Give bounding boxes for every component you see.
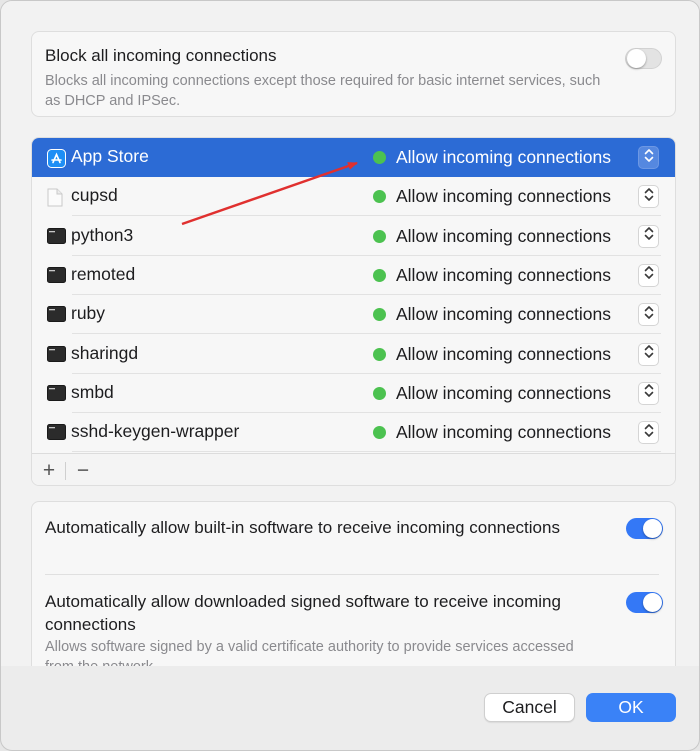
app-list: App Store Allow incoming connections cupsd… <box>31 137 676 486</box>
terminal-icon <box>47 227 66 244</box>
app-row[interactable]: smbd Allow incoming connections <box>32 374 675 413</box>
app-row[interactable]: sharingd Allow incoming connections <box>32 335 675 374</box>
app-row[interactable]: ruby Allow incoming connections <box>32 295 675 335</box>
terminal-icon <box>47 384 66 401</box>
chevron-up-down-icon <box>644 148 654 168</box>
status-dot <box>373 268 386 282</box>
permission-label: Allow incoming connections <box>396 225 611 246</box>
app-name: cupsd <box>71 185 118 206</box>
auto-signed-description: Allows software signed by a valid certif… <box>45 639 574 666</box>
toggle-knob <box>643 593 662 612</box>
permission-label: Allow incoming connections <box>396 304 611 325</box>
permission-popup-button[interactable] <box>638 224 659 248</box>
permission-popup-button[interactable] <box>638 421 659 445</box>
permission-label: Allow incoming connections <box>396 264 611 285</box>
app-row[interactable]: App Store Allow incoming connections <box>32 138 675 177</box>
permission-popup-button[interactable] <box>638 342 659 366</box>
status-dot <box>373 151 386 164</box>
permission-label: Allow incoming connections <box>396 422 611 443</box>
auto-signed-title: Automatically allow downloaded signed so… <box>45 592 561 634</box>
status-dot <box>373 426 386 440</box>
terminal-icon <box>47 345 66 362</box>
auto-divider <box>45 574 659 575</box>
chevron-up-down-icon <box>644 226 654 246</box>
footer-divider <box>65 462 66 480</box>
chevron-up-down-icon <box>644 187 654 207</box>
app-name: remoted <box>71 263 136 284</box>
auto-builtin-title: Automatically allow built-in software to… <box>45 518 560 537</box>
dialog-content: Block all incoming connections Blocks al… <box>1 1 699 666</box>
permission-popup-button[interactable] <box>638 185 659 209</box>
block-connections-card: Block all incoming connections Blocks al… <box>31 31 676 117</box>
cancel-button[interactable]: Cancel <box>484 693 575 722</box>
remove-app-button[interactable]: − <box>68 454 98 485</box>
app-name: smbd <box>71 381 114 402</box>
app-name: sharingd <box>71 342 139 363</box>
list-footer: + − <box>32 453 675 485</box>
permission-popup-button[interactable] <box>638 146 659 169</box>
app-row[interactable]: sshd-keygen-wrapper Allow incoming connec… <box>32 413 675 453</box>
app-row[interactable]: python3 Allow incoming connections <box>32 217 675 256</box>
permission-label: Allow incoming connections <box>396 382 611 403</box>
chevron-up-down-icon <box>644 423 654 443</box>
status-dot <box>373 190 386 204</box>
chevron-up-down-icon <box>644 265 654 285</box>
status-dot <box>373 229 386 243</box>
toggle-knob <box>643 519 662 538</box>
permission-label: Allow incoming connections <box>396 343 611 364</box>
app-name: python3 <box>71 224 134 245</box>
terminal-icon <box>47 424 66 441</box>
app-store-icon <box>47 149 66 168</box>
status-dot <box>373 386 386 400</box>
firewall-options-dialog: Block all incoming connections Blocks al… <box>0 0 700 751</box>
status-dot <box>373 347 386 361</box>
app-name: App Store <box>71 146 149 166</box>
permission-label: Allow incoming connections <box>396 186 611 207</box>
auto-builtin-toggle[interactable] <box>626 518 663 539</box>
block-connections-title: Block all incoming connections <box>45 46 277 65</box>
auto-signed-toggle[interactable] <box>626 592 663 613</box>
chevron-up-down-icon <box>644 383 654 403</box>
permission-popup-button[interactable] <box>638 303 659 327</box>
auto-allow-card: Automatically allow built-in software to… <box>31 501 676 666</box>
terminal-icon <box>47 306 66 323</box>
chevron-up-down-icon <box>644 305 654 325</box>
permission-label: Allow incoming connections <box>396 147 611 167</box>
permission-popup-button[interactable] <box>638 381 659 405</box>
block-connections-toggle[interactable] <box>625 48 662 69</box>
app-name: ruby <box>71 303 106 324</box>
document-icon <box>47 188 66 207</box>
add-app-button[interactable]: + <box>34 454 64 485</box>
permission-popup-button[interactable] <box>638 263 659 287</box>
row-separator <box>72 451 661 453</box>
status-dot <box>373 308 386 322</box>
app-row[interactable]: remoted Allow incoming connections <box>32 256 675 295</box>
toggle-knob <box>627 49 646 68</box>
ok-button[interactable]: OK <box>586 693 676 722</box>
chevron-up-down-icon <box>644 344 654 364</box>
terminal-icon <box>47 266 66 283</box>
app-row[interactable]: cupsd Allow incoming connections <box>32 177 675 217</box>
app-name: sshd-keygen-wrapper <box>71 421 240 442</box>
block-connections-description: Blocks all incoming connections except t… <box>45 73 601 109</box>
